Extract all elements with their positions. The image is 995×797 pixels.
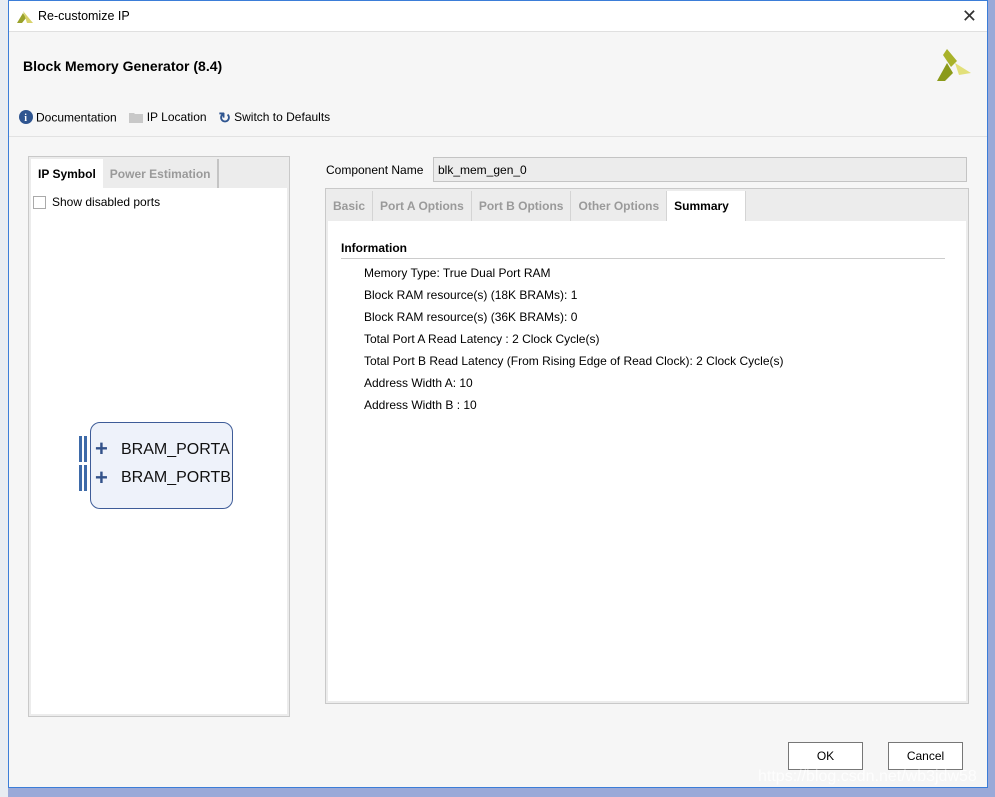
window-title: Re-customize IP xyxy=(38,9,130,23)
summary-line: Address Width B : 10 xyxy=(364,398,477,412)
documentation-button[interactable]: i Documentation xyxy=(19,109,117,127)
folder-icon xyxy=(128,111,144,126)
bus-port-icon xyxy=(79,465,87,491)
summary-line: Address Width A: 10 xyxy=(364,376,473,390)
expand-port-a-icon[interactable]: + xyxy=(95,438,108,460)
config-panel: Basic Port A Options Port B Options Othe… xyxy=(325,188,969,704)
tab-summary[interactable]: Summary xyxy=(667,191,746,221)
tab-port-a-options[interactable]: Port A Options xyxy=(373,191,472,221)
tab-basic[interactable]: Basic xyxy=(326,191,374,221)
tab-ip-symbol[interactable]: IP Symbol xyxy=(31,159,103,188)
expand-port-b-icon[interactable]: + xyxy=(95,467,108,489)
watermark: https://blog.csdn.net/wb3jdw58 xyxy=(758,768,977,785)
title-bar: Re-customize IP ✕ xyxy=(9,1,987,32)
show-disabled-ports-checkbox[interactable]: Show disabled ports xyxy=(33,195,160,209)
background-window xyxy=(0,0,8,797)
cancel-button[interactable]: Cancel xyxy=(888,742,963,770)
summary-line: Total Port A Read Latency : 2 Clock Cycl… xyxy=(364,332,600,346)
ok-button[interactable]: OK xyxy=(788,742,863,770)
summary-line: Total Port B Read Latency (From Rising E… xyxy=(364,354,784,368)
dialog: Re-customize IP ✕ Block Memory Generator… xyxy=(8,0,988,788)
ip-location-button[interactable]: IP Location xyxy=(128,110,207,126)
ip-symbol-block: + BRAM_PORTA + BRAM_PORTB xyxy=(79,422,233,509)
section-heading: Information xyxy=(341,241,945,259)
summary-line: Memory Type: True Dual Port RAM xyxy=(364,266,551,280)
tab-port-b-options[interactable]: Port B Options xyxy=(472,191,572,221)
xilinx-logo-icon xyxy=(17,11,33,23)
close-icon[interactable]: ✕ xyxy=(962,6,977,27)
bus-port-icon xyxy=(79,436,87,462)
port-bram-porta: BRAM_PORTA xyxy=(121,441,230,458)
refresh-icon: ↻ xyxy=(218,110,232,127)
info-icon: i xyxy=(19,109,33,127)
tab-power-estimation[interactable]: Power Estimation xyxy=(103,159,220,188)
svg-text:i: i xyxy=(24,113,27,124)
component-name-label: Component Name xyxy=(326,163,424,177)
component-name-input[interactable]: blk_mem_gen_0 xyxy=(433,157,967,182)
divider xyxy=(9,136,987,137)
summary-line: Block RAM resource(s) (18K BRAMs): 1 xyxy=(364,288,578,302)
xilinx-logo-icon xyxy=(937,49,971,81)
ip-title: Block Memory Generator (8.4) xyxy=(23,58,223,74)
port-bram-portb: BRAM_PORTB xyxy=(121,469,231,486)
checkbox-box[interactable] xyxy=(33,195,46,209)
tab-other-options[interactable]: Other Options xyxy=(571,191,668,221)
summary-line: Block RAM resource(s) (36K BRAMs): 0 xyxy=(364,310,578,324)
ip-symbol-panel: IP Symbol Power Estimation Show disabled… xyxy=(28,156,290,717)
switch-to-defaults-button[interactable]: ↻ Switch to Defaults xyxy=(219,109,331,127)
